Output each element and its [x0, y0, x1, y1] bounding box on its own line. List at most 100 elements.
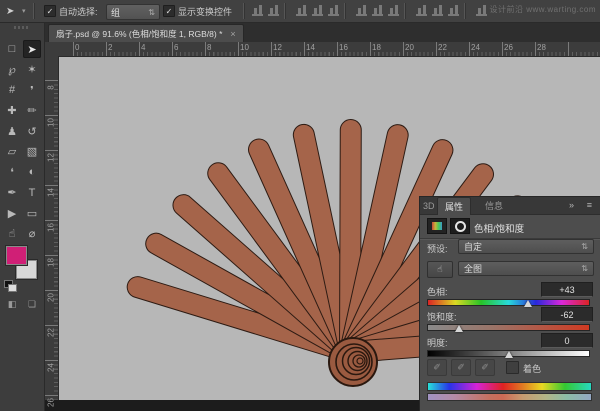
horizontal-ruler[interactable]: 0246810121416182022242628	[58, 42, 600, 57]
on-image-adjustment-button[interactable]: ☝	[427, 261, 453, 278]
channel-dropdown[interactable]: 全图 ⇅	[458, 261, 594, 276]
ruler-number: 0	[75, 43, 79, 52]
adjustment-layer-icon	[427, 218, 447, 234]
dropdown-arrows-icon: ⇅	[142, 8, 155, 17]
ruler-number: 18	[372, 43, 381, 52]
panel-tab-strip: 3D 属性 信息 » ≡	[420, 197, 600, 215]
separator	[243, 3, 245, 19]
distribute-horizontal-centers-icon[interactable]	[448, 5, 459, 16]
ruler-number: 26	[504, 43, 513, 52]
ruler-corner	[44, 42, 59, 57]
close-tab-icon[interactable]: ×	[230, 29, 235, 39]
history-brush-tool[interactable]: ↺	[23, 122, 41, 140]
distribute-left-edges-icon[interactable]	[432, 5, 443, 16]
show-transform-checkbox[interactable]: ✓	[163, 0, 175, 22]
spot-healing-brush-tool[interactable]: ✚	[3, 102, 21, 120]
magic-wand-tool[interactable]: ✶	[23, 61, 41, 79]
document-tab[interactable]: 扇子.psd @ 91.6% (色相/饱和度 1, RGB/8) * ×	[48, 24, 244, 43]
panel-menu-icon[interactable]: ≡	[587, 200, 592, 210]
lightness-value-field[interactable]: 0	[541, 333, 593, 348]
distribute-vertical-centers-icon[interactable]	[388, 5, 399, 16]
lightness-slider-handle[interactable]	[505, 351, 513, 358]
saturation-slider-handle[interactable]	[455, 325, 463, 332]
path-selection-tool[interactable]: ▶	[3, 204, 21, 222]
auto-select-checkbox[interactable]: ✓	[44, 0, 56, 22]
auto-align-layers-icon[interactable]	[476, 5, 487, 16]
hue-value-field[interactable]: +43	[541, 282, 593, 297]
gradient-tool[interactable]: ▧	[23, 143, 41, 161]
ruler-number: 10	[47, 116, 56, 130]
lightness-slider[interactable]	[427, 350, 590, 357]
ruler-number: 8	[47, 81, 56, 95]
preset-value: 自定	[464, 240, 482, 253]
hue-slider[interactable]	[427, 299, 590, 306]
ruler-number: 20	[47, 291, 56, 305]
ruler-number: 18	[47, 256, 56, 270]
auto-select-target-value: 组	[111, 6, 120, 19]
ruler-number: 22	[47, 326, 56, 340]
screen-mode-button[interactable]: ❏	[24, 298, 40, 311]
checkbox-check-icon: ✓	[44, 5, 56, 17]
tools-panel: □➤℘✶#❜✚✏♟↺▱▧❛◐✒T▶▭☝⌀ ◧ ❏	[0, 22, 45, 411]
hand-tool[interactable]: ☝	[3, 225, 21, 243]
eyedropper-tool[interactable]: ❜	[23, 81, 41, 99]
ruler-number: 22	[438, 43, 447, 52]
preset-dropdown[interactable]: 自定 ⇅	[458, 239, 594, 254]
align-horizontal-centers-icon[interactable]	[328, 5, 339, 16]
saturation-value-field[interactable]: -62	[541, 307, 593, 322]
document-tab-title: 扇子.psd @ 91.6% (色相/饱和度 1, RGB/8) *	[56, 28, 222, 40]
zoom-tool[interactable]: ⌀	[23, 225, 41, 243]
hue-slider-handle[interactable]	[524, 300, 532, 307]
align-left-edges-icon[interactable]	[312, 5, 323, 16]
tool-preset-caret-icon[interactable]: ▾	[22, 0, 26, 22]
vertical-ruler[interactable]: 8101214161820222426	[44, 56, 59, 400]
align-right-edges-icon[interactable]	[356, 5, 367, 16]
pen-tool[interactable]: ✒	[3, 184, 21, 202]
separator	[464, 3, 466, 19]
separator	[284, 3, 286, 19]
type-tool[interactable]: T	[23, 184, 41, 202]
properties-panel: 3D 属性 信息 » ≡ 色相/饱和度 预设: 自定 ⇅ ☝ 全图 ⇅ 色相: …	[419, 196, 600, 411]
ruler-number: 4	[141, 43, 145, 52]
collapse-panel-icon[interactable]: »	[569, 200, 574, 210]
brush-tool[interactable]: ✏	[23, 102, 41, 120]
clone-stamp-tool[interactable]: ♟	[3, 122, 21, 140]
blur-tool[interactable]: ❛	[3, 163, 21, 181]
options-bar: ➤ ▾ ✓ 自动选择: 组 ⇅ ✓ 显示变换控件 设计前沿 www.wartin…	[0, 0, 600, 23]
eyedropper-add-icon[interactable]: ✐	[451, 359, 471, 376]
panel-grip-icon[interactable]	[14, 26, 30, 29]
auto-select-target-dropdown[interactable]: 组 ⇅	[106, 4, 160, 20]
ruler-number: 26	[47, 396, 56, 410]
align-bottom-edges-icon[interactable]	[296, 5, 307, 16]
ruler-number: 14	[47, 186, 56, 200]
colorize-checkbox[interactable]	[506, 361, 519, 374]
eraser-tool[interactable]: ▱	[3, 143, 21, 161]
move-tool[interactable]: ➤	[23, 40, 41, 58]
saturation-label: 饱和度:	[427, 310, 457, 323]
default-colors-icon[interactable]	[8, 284, 17, 292]
quick-mask-mode-button[interactable]: ◧	[4, 298, 20, 311]
foreground-color-swatch[interactable]	[6, 246, 27, 265]
distribute-top-edges-icon[interactable]	[372, 5, 383, 16]
tab-properties[interactable]: 属性	[437, 197, 471, 215]
align-vertical-centers-icon[interactable]	[268, 5, 279, 16]
lightness-label: 明度:	[427, 336, 448, 349]
tab-info[interactable]: 信息	[478, 197, 510, 214]
photoshop-window: { "options_bar": { "check_glyph": "✓", "…	[0, 0, 600, 411]
lasso-tool[interactable]: ℘	[3, 61, 21, 79]
dropdown-arrows-icon: ⇅	[581, 264, 588, 273]
document-tab-bar: 扇子.psd @ 91.6% (色相/饱和度 1, RGB/8) * ×	[0, 22, 600, 42]
layer-mask-icon[interactable]	[450, 218, 470, 234]
preset-label: 预设:	[427, 242, 448, 255]
saturation-slider[interactable]	[427, 324, 590, 331]
crop-tool[interactable]: #	[3, 81, 21, 99]
dodge-tool[interactable]: ◐	[23, 163, 41, 181]
eyedropper-subtract-icon[interactable]: ✐	[475, 359, 495, 376]
align-top-edges-icon[interactable]	[252, 5, 263, 16]
output-hue-spectrum	[427, 393, 592, 401]
eyedropper-sample-icon[interactable]: ✐	[427, 359, 447, 376]
ruler-number: 20	[405, 43, 414, 52]
distribute-bottom-edges-icon[interactable]	[416, 5, 427, 16]
rectangle-tool[interactable]: ▭	[23, 204, 41, 222]
rectangular-marquee-tool[interactable]: □	[3, 40, 21, 58]
